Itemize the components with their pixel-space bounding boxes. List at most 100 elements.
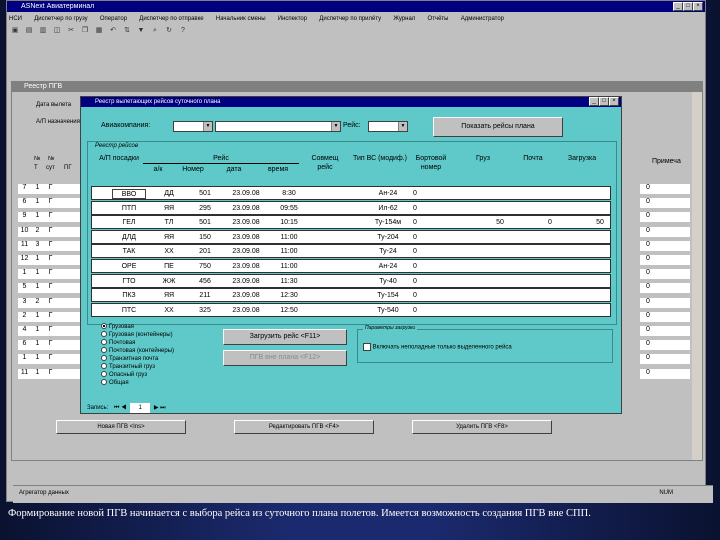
last-record-icon[interactable]: ⏭ [160,405,165,411]
col-header-pg: ПГ [64,165,72,171]
note-cell: 0 [640,212,690,224]
table-row[interactable]: 11 3 Г [18,240,88,252]
minimize-button[interactable]: _ [673,2,683,11]
table-row[interactable]: 11Г [18,269,88,281]
print-icon[interactable]: ▥ [37,25,49,36]
airline-name-combo[interactable]: ▼ [215,121,341,132]
table-row[interactable]: 61Г [18,198,88,210]
flight-row[interactable]: ТАК ХХ 201 23.09.08 11:00 Ту-24 0 [91,244,611,259]
cut-icon[interactable]: ✂ [65,25,77,36]
radio-transit-mail[interactable]: Транзитная почта [101,355,221,363]
dialog-maximize-button[interactable]: □ [599,97,609,106]
refresh-icon[interactable]: ↻ [163,25,175,36]
radio-dot[interactable] [101,371,107,378]
edit-pgv-button[interactable]: Редактировать ПГВ <F4> [234,420,374,434]
table-cell: Г [48,326,53,333]
close-button[interactable]: × [693,2,703,11]
next-record-icon[interactable]: ▶ [154,405,159,411]
radio-dot[interactable] [101,331,107,338]
first-record-icon[interactable]: ⏮ [114,405,119,411]
load-params-caption: Параметры загрузки [363,325,418,331]
include-selected-checkbox[interactable] [363,343,371,351]
table-row[interactable]: 61Г [18,340,88,352]
table-row[interactable]: 12 1 Г [18,255,88,266]
table-row[interactable]: 51Г [18,283,88,295]
table-row[interactable]: 11 1 Г [18,368,88,380]
include-selected-option[interactable]: Включать неполадные только выделенного р… [363,343,512,351]
menu-item-cargo-dispatcher[interactable]: Диспетчер по грузу [34,16,87,22]
menu-item-operator[interactable]: Оператор [100,16,127,22]
undo-icon[interactable]: ↶ [107,25,119,36]
chevron-down-icon[interactable]: ▼ [398,122,407,131]
find-icon[interactable]: ⌕ [149,25,161,36]
open-icon[interactable]: ▣ [9,25,21,36]
table-row[interactable]: 91Г [18,212,88,224]
radio-cargo[interactable]: Грузовая [101,323,221,331]
radio-transit-cargo[interactable]: Транзитный груз [101,363,221,371]
menu-item-journal[interactable]: Журнал [393,16,415,22]
prev-record-icon[interactable]: ◀ [121,405,126,411]
table-row[interactable]: 4 1 Г [18,326,88,337]
table-cell: 4 [22,326,27,333]
copy-icon[interactable]: ❐ [79,25,91,36]
menu-item-reports[interactable]: Отчёты [428,16,449,22]
flight-row[interactable]: ГТО ЖЖ 456 23.09.08 11:30 Ту-40 0 [91,273,611,288]
flight-row[interactable]: ДЛД ЯЯ 150 23.09.08 11:00 Ту-204 0 [91,229,612,244]
table-row[interactable]: 21Г [18,311,88,323]
record-number[interactable]: 1 [130,403,151,413]
table-cell: 1 [35,283,40,291]
flight-row[interactable]: ПТП ЯЯ 295 23.09.08 09:55 Ил-62 0 [91,200,611,215]
flight-row[interactable]: ВВО ДД 501 23.09.08 8:30 Ан-24 0 [91,186,611,200]
table-cell: 1 [35,198,40,206]
radio-mail-containers[interactable]: Почтовая (контейнеры) [101,347,221,355]
radio-dangerous-cargo[interactable]: Опасный груз [101,371,221,379]
load-flight-button[interactable]: Загрузить рейс <F11> [223,329,347,345]
radio-dot[interactable] [101,355,107,362]
menu-item-arrival-dispatcher[interactable]: Диспетчер по прилёту [319,16,381,22]
table-cell: 9 [22,212,27,220]
flight-combo[interactable]: ▼ [368,121,408,132]
menu-item-shift-chief[interactable]: Начальник смены [216,16,266,22]
departure-date-label: Дата вылета [36,102,72,108]
show-flights-button[interactable]: Показать рейсы плана [433,117,563,137]
dialog-titlebar: Реестр вылетающих рейсов суточного плана… [81,97,621,107]
table-row[interactable]: 7 1 Г [18,184,88,195]
flight-row[interactable]: ОРЕ ПЕ 750 23.09.08 11:00 Ан-24 0 [91,259,611,273]
filter-icon[interactable]: ▼ [135,25,147,36]
menu-item-nsi[interactable]: НСИ [9,16,22,22]
outside-plan-button[interactable]: ПГВ вне плана <F12> [223,350,347,366]
radio-general[interactable]: Общая [101,379,221,387]
dialog-close-button[interactable]: × [609,97,619,106]
menu-item-inspector[interactable]: Инспектор [278,16,307,22]
menu-item-departure-dispatcher[interactable]: Диспетчер по отправке [139,16,203,22]
chevron-down-icon[interactable]: ▼ [331,122,340,131]
registry-scrollbar[interactable] [692,92,702,460]
radio-mail[interactable]: Почтовая [101,339,221,347]
chevron-down-icon[interactable]: ▼ [203,122,212,131]
sort-icon[interactable]: ⇅ [121,25,133,36]
save-icon[interactable]: ▤ [23,25,35,36]
table-row[interactable]: 10 2 Г [18,226,88,238]
table-row[interactable]: 32Г [18,297,88,309]
flight-cell-load [588,233,612,243]
airline-code-combo[interactable]: ▼ [173,121,213,132]
menu-item-admin[interactable]: Администратор [461,16,504,22]
preview-icon[interactable]: ◫ [51,25,63,36]
flight-row[interactable]: ПКЗ ЯЯ 211 23.09.08 12:30 Ту-154 0 [91,288,611,303]
table-cell: 2 [35,297,40,305]
paste-icon[interactable]: ▦ [93,25,105,36]
radio-dot[interactable] [101,379,107,386]
flight-row[interactable]: ПТС ХХ 325 23.09.08 12:50 Ту-540 0 [91,302,611,317]
help-icon[interactable]: ? [177,25,189,36]
radio-dot[interactable] [101,339,107,346]
dialog-minimize-button[interactable]: _ [589,97,599,106]
radio-dot[interactable] [101,323,107,330]
flight-row[interactable]: ГЕЛ ТЛ 501 23.09.08 10:15 Ту-154м 0 50 0 50 [91,215,611,230]
radio-cargo-containers[interactable]: Грузовая (контейнеры) [101,331,221,339]
radio-dot[interactable] [101,347,107,354]
radio-dot[interactable] [101,363,107,370]
table-row[interactable]: 11Г [18,354,88,366]
delete-pgv-button[interactable]: Удалить ПГВ <F8> [412,420,552,434]
new-pgv-button[interactable]: Новая ПГВ <Ins> [56,420,186,434]
maximize-button[interactable]: □ [683,2,693,11]
